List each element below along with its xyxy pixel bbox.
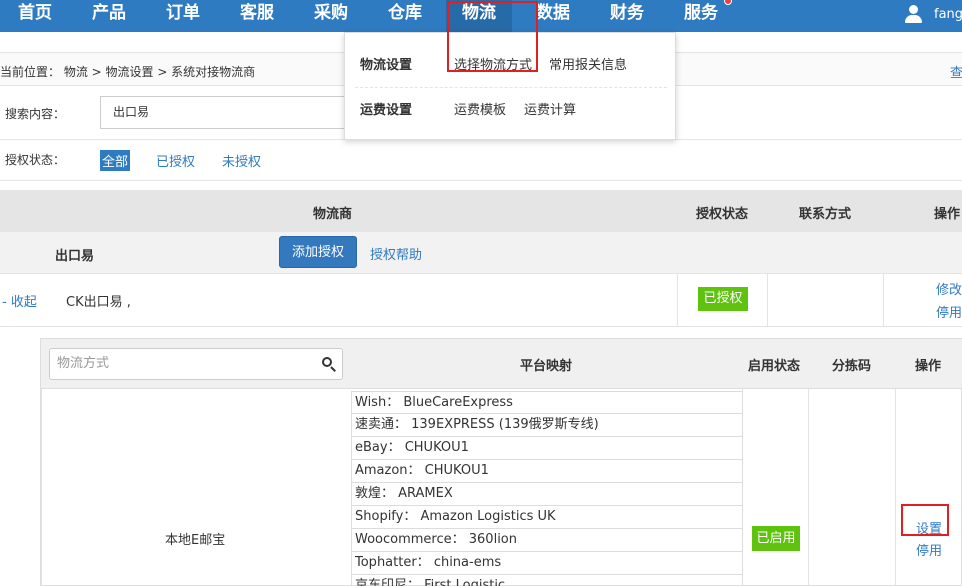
choose-method-link[interactable]: 选择物流方式 [454,54,532,73]
logistics-dropdown: 物流设置 选择物流方式 常用报关信息 运费设置 运费模板 运费计算 [344,32,676,140]
divider [41,389,42,586]
user-icon[interactable] [904,5,922,25]
divider [767,274,768,327]
list-item: Woocommerce： 360lion [351,529,743,552]
enabled-badge: 已启用 [752,526,800,551]
service-name: 本地E邮宝 [165,533,226,548]
list-item: 速卖通： 139EXPRESS (139俄罗斯专线) [351,414,743,437]
add-auth-button[interactable]: 添加授权 [279,236,357,268]
status-badge: 已授权 [698,287,748,311]
breadcrumb: 当前位置： 物流 > 物流设置 > 系统对接物流商 [0,65,256,79]
platform-mapping-list: Wish： BlueCareExpress 速卖通： 139EXPRESS (1… [351,391,743,586]
search-input[interactable]: 出口易 [100,96,360,129]
list-item: Wish： BlueCareExpress [351,391,743,414]
col-enable-status: 启用状态 [748,359,801,374]
list-item: eBay： CHUKOU1 [351,437,743,460]
list-item: Amazon： CHUKOU1 [351,460,743,483]
auth-filter-unauthorized[interactable]: 未授权 [220,150,263,171]
freight-template-link[interactable]: 运费模板 [454,99,506,118]
divider [883,274,884,327]
list-item: 敦煌： ARAMEX [351,483,743,506]
disable-service-link[interactable]: 停用 [916,540,942,559]
auth-filter-all[interactable]: 全部 [100,150,131,171]
divider [0,180,962,181]
col-auth-status: 授权状态 [696,207,749,222]
auth-filter-label: 授权状态： [5,153,66,167]
method-search-input[interactable]: 物流方式 [49,348,343,380]
divider [808,389,809,586]
col-platform-map: 平台映射 [520,359,573,374]
notification-dot [724,0,732,5]
common-customs-link[interactable]: 常用报关信息 [549,54,627,73]
col-sort-code: 分拣码 [832,359,872,374]
collapse-link[interactable]: - 收起 [2,291,37,310]
nav-logistics[interactable]: 物流 [446,0,512,32]
col-action: 操作 [915,359,942,374]
provider-row: 出口易 添加授权 授权帮助 [0,232,962,274]
user-name[interactable]: fangj [934,7,962,22]
divider [895,389,896,586]
provider-name: 出口易 [55,249,95,264]
freight-calc-link[interactable]: 运费计算 [524,99,576,118]
view-link[interactable]: 查 [950,62,962,81]
nav-finance[interactable]: 财务 [610,0,644,32]
nav-products[interactable]: 产品 [92,0,126,32]
nav-customer-service[interactable]: 客服 [240,0,274,32]
nav-home[interactable]: 首页 [18,0,52,32]
search-label: 搜索内容： [5,107,66,121]
service-table-header: 物流方式 平台映射 启用状态 分拣码 操作 [41,339,962,389]
divider [677,274,678,327]
settings-link[interactable]: 设置 [916,518,942,537]
edit-link[interactable]: 修改 [936,279,962,298]
method-search-placeholder: 物流方式 [57,356,110,371]
nav-services[interactable]: 服务 [684,0,718,32]
nav-data[interactable]: 数据 [536,0,570,32]
list-item: Shopify： Amazon Logistics UK [351,506,743,529]
col-action: 操作 [934,207,961,222]
list-item: 京东印尼： First Logistic [351,575,743,586]
nav-warehouse[interactable]: 仓库 [388,0,422,32]
freight-settings-heading: 运费设置 [360,103,413,118]
table-header: 物流商 授权状态 联系方式 操作 [0,190,962,232]
logistics-settings-heading: 物流设置 [360,58,413,73]
divider [355,87,667,88]
account-row: - 收起 CK出口易 , 已授权 修改 停用 [0,274,962,327]
list-item: Tophatter： china-ems [351,552,743,575]
col-contact: 联系方式 [799,207,852,222]
top-nav: 首页 产品 订单 客服 采购 仓库 物流 数据 财务 服务 fangj [0,0,962,32]
col-provider: 物流商 [313,207,353,222]
nav-orders[interactable]: 订单 [166,0,200,32]
search-icon[interactable] [322,357,336,372]
disable-link[interactable]: 停用 [936,302,962,321]
service-table: 物流方式 平台映射 启用状态 分拣码 操作 本地E邮宝 Wish： BlueCa… [40,338,962,586]
nav-purchasing[interactable]: 采购 [314,0,348,32]
account-name: CK出口易 , [66,295,131,310]
auth-help-link[interactable]: 授权帮助 [370,244,422,263]
auth-filter-authorized[interactable]: 已授权 [154,150,197,171]
